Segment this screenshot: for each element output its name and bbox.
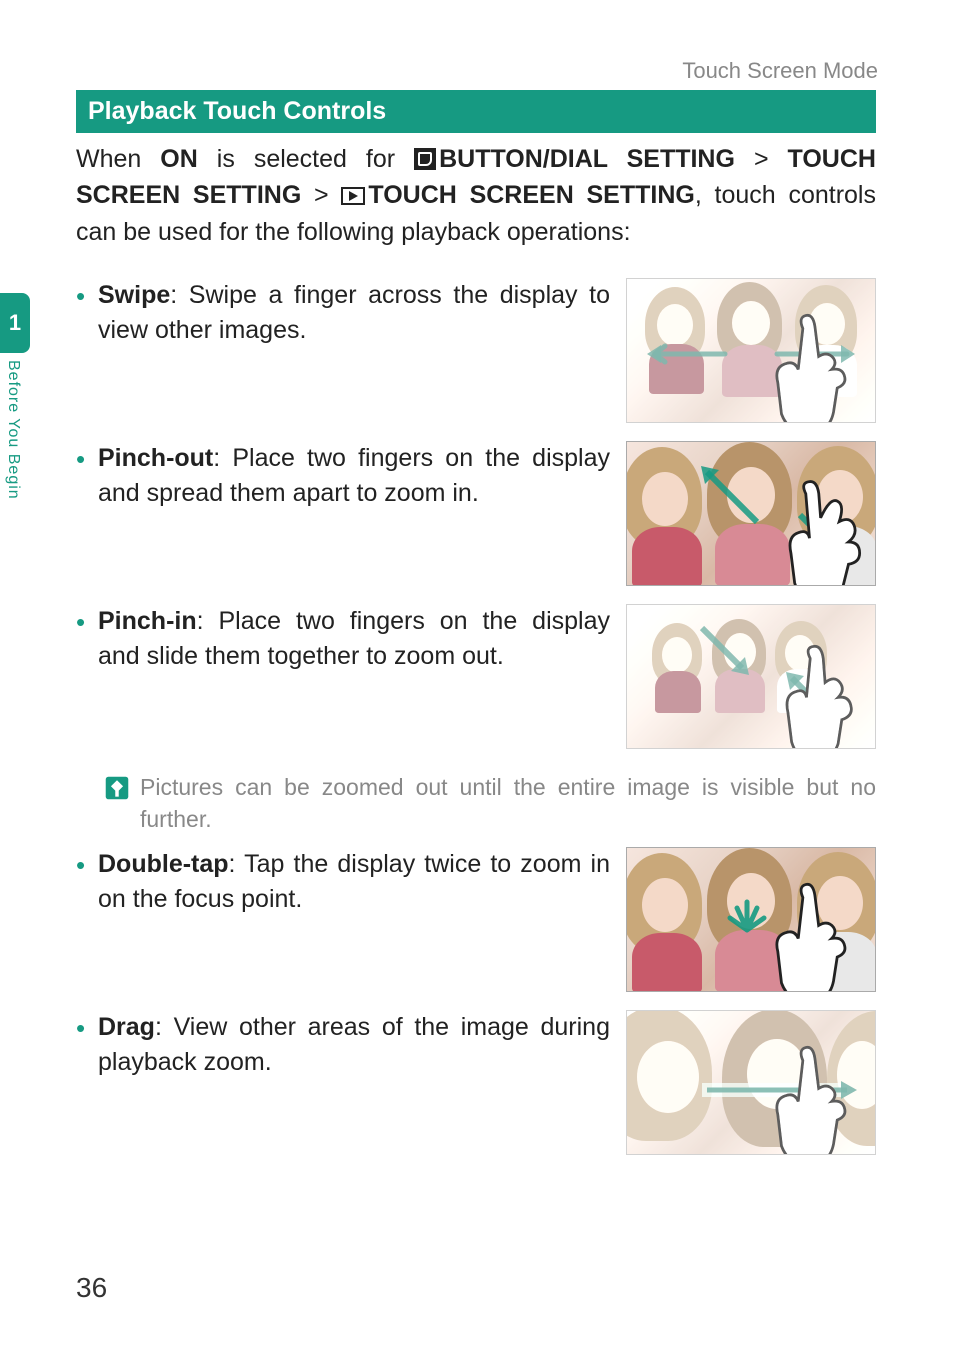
section-heading: Playback Touch Controls <box>76 90 876 133</box>
gesture-thumbnail-pinch-out <box>626 441 876 586</box>
chapter-side-label: Before You Begin <box>4 360 22 500</box>
list-item: Swipe: Swipe a finger across the display… <box>76 278 876 423</box>
arrow-diagonal-in-icon <box>687 613 777 703</box>
gesture-thumbnail-double-tap <box>626 847 876 992</box>
item-text: Drag: View other areas of the image duri… <box>76 1010 610 1080</box>
item-text: Pinch-in: Place two fingers on the displ… <box>76 604 610 674</box>
gesture-thumbnail-swipe <box>626 278 876 423</box>
item-text: Pinch-out: Place two fingers on the disp… <box>76 441 610 511</box>
intro-path: TOUCH SCREEN SETTING <box>368 181 694 209</box>
page-content: Playback Touch Controls When ON is selec… <box>76 90 876 1155</box>
gesture-thumbnail-drag <box>626 1010 876 1155</box>
note-text: Pictures can be zoomed out until the ent… <box>140 771 876 835</box>
breadcrumb-separator: > <box>314 181 329 209</box>
arrow-diagonal-out-icon <box>687 452 787 552</box>
intro-paragraph: When ON is selected for BUTTON/DIAL SETT… <box>76 141 876 250</box>
chapter-tab: 1 <box>0 293 30 353</box>
item-desc: : View other areas of the image during p… <box>98 1013 610 1076</box>
wrench-icon <box>414 148 436 170</box>
running-header: Touch Screen Mode <box>682 58 878 84</box>
item-term: Pinch-out <box>98 444 213 472</box>
list-item: Pinch-in: Place two fingers on the displ… <box>76 604 876 749</box>
item-term: Double-tap <box>98 850 229 878</box>
list-item: Pinch-out: Place two fingers on the disp… <box>76 441 876 586</box>
hand-icon <box>772 638 867 749</box>
item-text: Double-tap: Tap the display twice to zoo… <box>76 847 610 917</box>
list-item: Double-tap: Tap the display twice to zoo… <box>76 847 876 992</box>
intro-text: is selected for <box>198 145 414 173</box>
item-text: Swipe: Swipe a finger across the display… <box>76 278 610 348</box>
intro-path: BUTTON/DIAL SETTING <box>439 145 735 173</box>
playback-icon <box>341 187 365 205</box>
gesture-thumbnail-pinch-in <box>626 604 876 749</box>
intro-text: When <box>76 145 160 173</box>
hand-icon <box>760 310 855 423</box>
hand-icon <box>760 1042 855 1155</box>
intro-on: ON <box>160 145 198 173</box>
note-row: Pictures can be zoomed out until the ent… <box>76 771 876 835</box>
arrow-left-icon <box>635 339 735 369</box>
item-term: Swipe <box>98 281 170 309</box>
hand-icon <box>760 879 855 992</box>
item-term: Pinch-in <box>98 607 197 635</box>
hand-icon <box>775 477 870 586</box>
list-item: Drag: View other areas of the image duri… <box>76 1010 876 1155</box>
item-term: Drag <box>98 1013 155 1041</box>
item-desc: : Swipe a finger across the display to v… <box>98 281 610 344</box>
note-icon <box>104 775 130 801</box>
page-number: 36 <box>76 1272 107 1304</box>
breadcrumb-separator: > <box>754 145 769 173</box>
